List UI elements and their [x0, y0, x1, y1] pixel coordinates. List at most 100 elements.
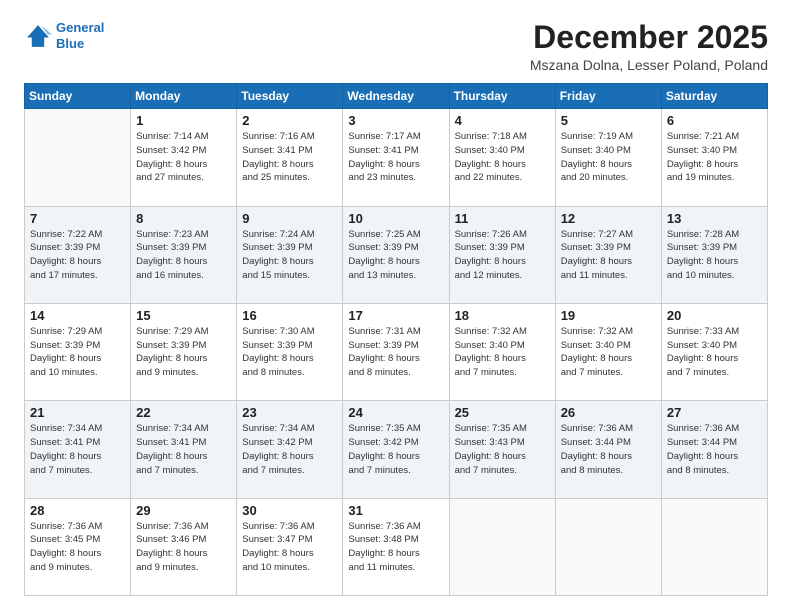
- day-number: 12: [561, 211, 656, 226]
- table-row: 22 Sunrise: 7:34 AM Sunset: 3:41 PM Dayli…: [131, 401, 237, 498]
- day-info: Sunrise: 7:32 AM Sunset: 3:40 PM Dayligh…: [561, 325, 656, 380]
- table-row: [449, 498, 555, 595]
- table-row: 1 Sunrise: 7:14 AM Sunset: 3:42 PM Daylig…: [131, 109, 237, 206]
- table-row: 30 Sunrise: 7:36 AM Sunset: 3:47 PM Dayli…: [237, 498, 343, 595]
- day-info: Sunrise: 7:22 AM Sunset: 3:39 PM Dayligh…: [30, 228, 125, 283]
- day-info: Sunrise: 7:23 AM Sunset: 3:39 PM Dayligh…: [136, 228, 231, 283]
- table-row: 28 Sunrise: 7:36 AM Sunset: 3:45 PM Dayli…: [25, 498, 131, 595]
- table-row: 15Sunrise: 7:29 AM Sunset: 3:39 PM Dayli…: [131, 303, 237, 400]
- day-info: Sunrise: 7:27 AM Sunset: 3:39 PM Dayligh…: [561, 228, 656, 283]
- table-row: 13 Sunrise: 7:28 AM Sunset: 3:39 PM Dayli…: [661, 206, 767, 303]
- header: General Blue December 2025 Mszana Dolna,…: [24, 20, 768, 73]
- table-row: 10Sunrise: 7:25 AM Sunset: 3:39 PM Dayli…: [343, 206, 449, 303]
- table-row: [25, 109, 131, 206]
- table-row: 24Sunrise: 7:35 AM Sunset: 3:42 PM Dayli…: [343, 401, 449, 498]
- day-info: Sunrise: 7:29 AM Sunset: 3:39 PM Dayligh…: [136, 325, 231, 380]
- table-row: 2 Sunrise: 7:16 AM Sunset: 3:41 PM Daylig…: [237, 109, 343, 206]
- day-number: 28: [30, 503, 125, 518]
- day-info: Sunrise: 7:36 AM Sunset: 3:45 PM Dayligh…: [30, 520, 125, 575]
- header-friday: Friday: [555, 84, 661, 109]
- day-number: 10: [348, 211, 443, 226]
- table-row: 27 Sunrise: 7:36 AM Sunset: 3:44 PM Dayli…: [661, 401, 767, 498]
- day-info: Sunrise: 7:28 AM Sunset: 3:39 PM Dayligh…: [667, 228, 762, 283]
- logo-icon: [24, 22, 52, 50]
- page: General Blue December 2025 Mszana Dolna,…: [0, 0, 792, 612]
- day-number: 22: [136, 405, 231, 420]
- table-row: 14 Sunrise: 7:29 AM Sunset: 3:39 PM Dayli…: [25, 303, 131, 400]
- header-monday: Monday: [131, 84, 237, 109]
- day-info: Sunrise: 7:36 AM Sunset: 3:44 PM Dayligh…: [667, 422, 762, 477]
- day-info: Sunrise: 7:33 AM Sunset: 3:40 PM Dayligh…: [667, 325, 762, 380]
- table-row: 23 Sunrise: 7:34 AM Sunset: 3:42 PM Dayli…: [237, 401, 343, 498]
- table-row: [661, 498, 767, 595]
- month-title: December 2025: [530, 20, 768, 55]
- header-sunday: Sunday: [25, 84, 131, 109]
- day-number: 29: [136, 503, 231, 518]
- calendar-week-row: 28 Sunrise: 7:36 AM Sunset: 3:45 PM Dayli…: [25, 498, 768, 595]
- day-number: 27: [667, 405, 762, 420]
- logo-general: General: [56, 20, 104, 35]
- day-number: 25: [455, 405, 550, 420]
- calendar-header-row: Sunday Monday Tuesday Wednesday Thursday…: [25, 84, 768, 109]
- calendar-table: Sunday Monday Tuesday Wednesday Thursday…: [24, 83, 768, 596]
- day-number: 26: [561, 405, 656, 420]
- day-number: 16: [242, 308, 337, 323]
- day-number: 4: [455, 113, 550, 128]
- logo: General Blue: [24, 20, 104, 51]
- day-info: Sunrise: 7:32 AM Sunset: 3:40 PM Dayligh…: [455, 325, 550, 380]
- table-row: 6 Sunrise: 7:21 AM Sunset: 3:40 PM Daylig…: [661, 109, 767, 206]
- table-row: 12 Sunrise: 7:27 AM Sunset: 3:39 PM Dayli…: [555, 206, 661, 303]
- table-row: 11Sunrise: 7:26 AM Sunset: 3:39 PM Dayli…: [449, 206, 555, 303]
- day-info: Sunrise: 7:21 AM Sunset: 3:40 PM Dayligh…: [667, 130, 762, 185]
- day-info: Sunrise: 7:16 AM Sunset: 3:41 PM Dayligh…: [242, 130, 337, 185]
- day-number: 11: [455, 211, 550, 226]
- table-row: 8 Sunrise: 7:23 AM Sunset: 3:39 PM Daylig…: [131, 206, 237, 303]
- day-info: Sunrise: 7:36 AM Sunset: 3:48 PM Dayligh…: [348, 520, 443, 575]
- calendar-week-row: 14 Sunrise: 7:29 AM Sunset: 3:39 PM Dayli…: [25, 303, 768, 400]
- day-number: 1: [136, 113, 231, 128]
- table-row: 31Sunrise: 7:36 AM Sunset: 3:48 PM Dayli…: [343, 498, 449, 595]
- calendar-week-row: 7 Sunrise: 7:22 AM Sunset: 3:39 PM Daylig…: [25, 206, 768, 303]
- table-row: 29 Sunrise: 7:36 AM Sunset: 3:46 PM Dayli…: [131, 498, 237, 595]
- table-row: 3 Sunrise: 7:17 AM Sunset: 3:41 PM Daylig…: [343, 109, 449, 206]
- location: Mszana Dolna, Lesser Poland, Poland: [530, 57, 768, 73]
- day-number: 21: [30, 405, 125, 420]
- header-tuesday: Tuesday: [237, 84, 343, 109]
- table-row: 25 Sunrise: 7:35 AM Sunset: 3:43 PM Dayli…: [449, 401, 555, 498]
- day-info: Sunrise: 7:29 AM Sunset: 3:39 PM Dayligh…: [30, 325, 125, 380]
- day-info: Sunrise: 7:35 AM Sunset: 3:43 PM Dayligh…: [455, 422, 550, 477]
- day-number: 2: [242, 113, 337, 128]
- day-number: 13: [667, 211, 762, 226]
- calendar-week-row: 21 Sunrise: 7:34 AM Sunset: 3:41 PM Dayli…: [25, 401, 768, 498]
- day-number: 7: [30, 211, 125, 226]
- table-row: 18 Sunrise: 7:32 AM Sunset: 3:40 PM Dayli…: [449, 303, 555, 400]
- day-number: 23: [242, 405, 337, 420]
- day-number: 20: [667, 308, 762, 323]
- table-row: 5Sunrise: 7:19 AM Sunset: 3:40 PM Daylig…: [555, 109, 661, 206]
- day-info: Sunrise: 7:34 AM Sunset: 3:41 PM Dayligh…: [136, 422, 231, 477]
- day-info: Sunrise: 7:24 AM Sunset: 3:39 PM Dayligh…: [242, 228, 337, 283]
- day-info: Sunrise: 7:34 AM Sunset: 3:42 PM Dayligh…: [242, 422, 337, 477]
- day-info: Sunrise: 7:17 AM Sunset: 3:41 PM Dayligh…: [348, 130, 443, 185]
- day-info: Sunrise: 7:14 AM Sunset: 3:42 PM Dayligh…: [136, 130, 231, 185]
- calendar-week-row: 1 Sunrise: 7:14 AM Sunset: 3:42 PM Daylig…: [25, 109, 768, 206]
- day-number: 18: [455, 308, 550, 323]
- table-row: 9 Sunrise: 7:24 AM Sunset: 3:39 PM Daylig…: [237, 206, 343, 303]
- table-row: 17 Sunrise: 7:31 AM Sunset: 3:39 PM Dayli…: [343, 303, 449, 400]
- day-info: Sunrise: 7:36 AM Sunset: 3:46 PM Dayligh…: [136, 520, 231, 575]
- day-number: 9: [242, 211, 337, 226]
- table-row: 4 Sunrise: 7:18 AM Sunset: 3:40 PM Daylig…: [449, 109, 555, 206]
- day-number: 6: [667, 113, 762, 128]
- day-number: 30: [242, 503, 337, 518]
- table-row: 21Sunrise: 7:34 AM Sunset: 3:41 PM Dayli…: [25, 401, 131, 498]
- day-number: 14: [30, 308, 125, 323]
- day-number: 3: [348, 113, 443, 128]
- header-thursday: Thursday: [449, 84, 555, 109]
- day-info: Sunrise: 7:36 AM Sunset: 3:44 PM Dayligh…: [561, 422, 656, 477]
- day-info: Sunrise: 7:31 AM Sunset: 3:39 PM Dayligh…: [348, 325, 443, 380]
- day-number: 8: [136, 211, 231, 226]
- day-info: Sunrise: 7:30 AM Sunset: 3:39 PM Dayligh…: [242, 325, 337, 380]
- day-info: Sunrise: 7:18 AM Sunset: 3:40 PM Dayligh…: [455, 130, 550, 185]
- day-info: Sunrise: 7:36 AM Sunset: 3:47 PM Dayligh…: [242, 520, 337, 575]
- day-number: 17: [348, 308, 443, 323]
